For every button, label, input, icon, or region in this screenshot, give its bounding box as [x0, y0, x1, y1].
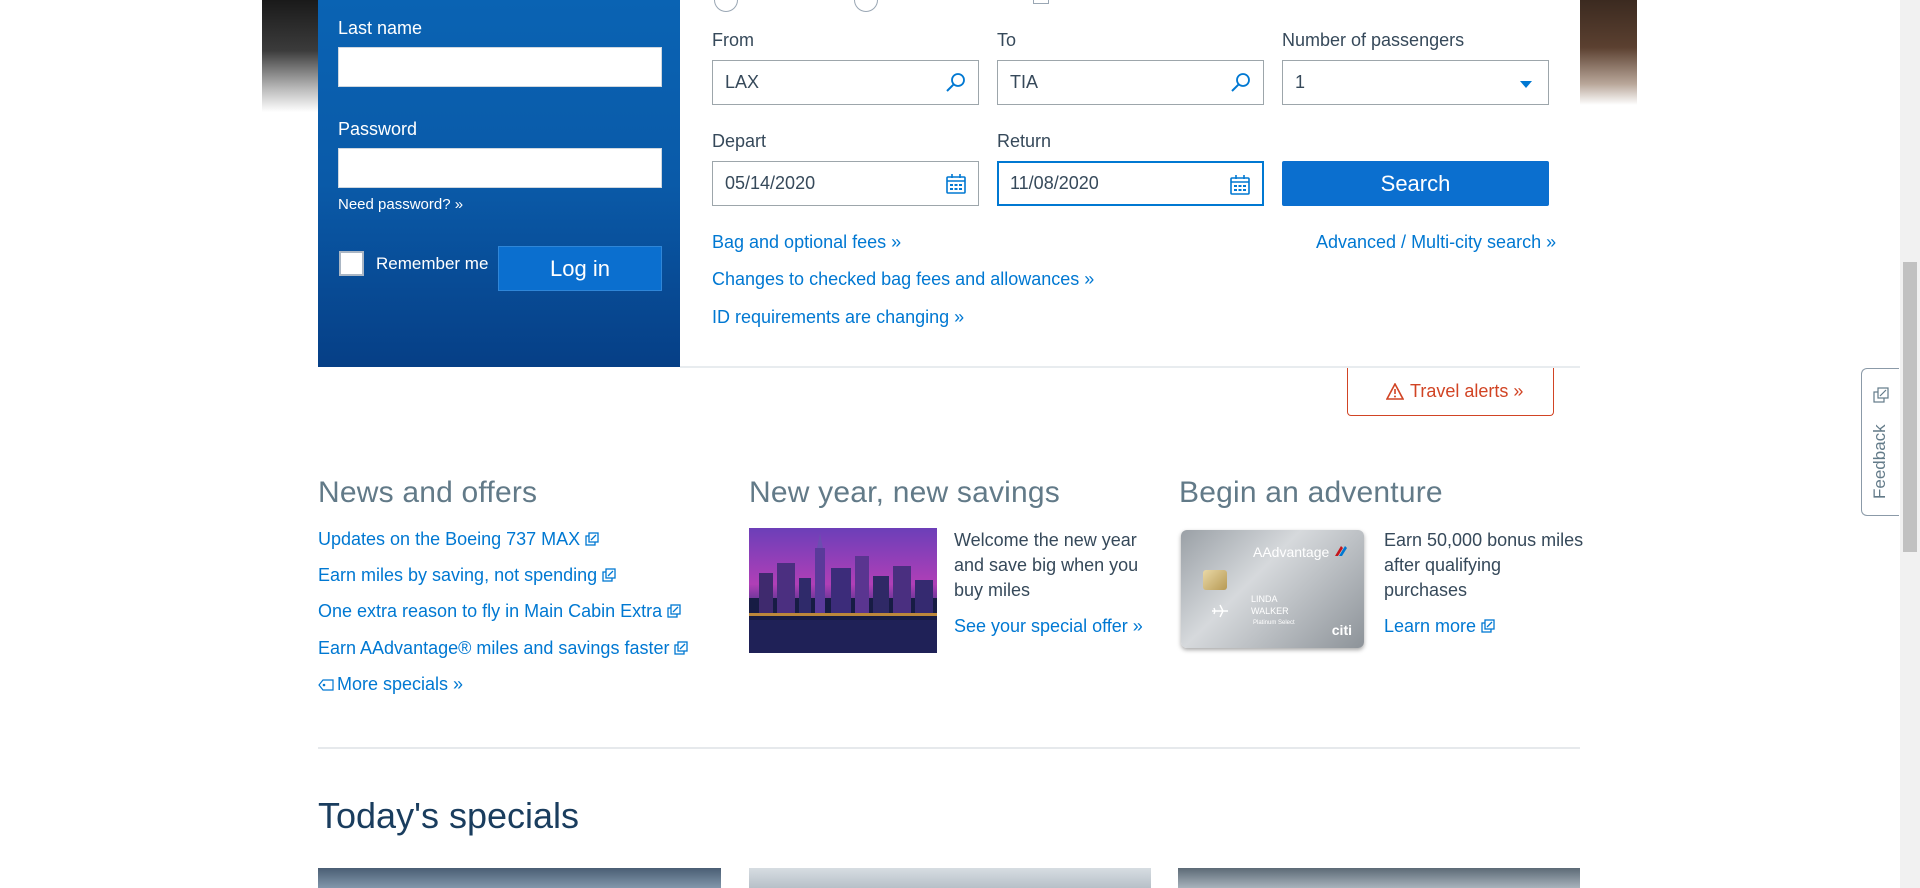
adventure-text: Earn 50,000 bonus miles after qualifying… — [1384, 528, 1583, 603]
tag-icon — [318, 679, 334, 691]
savings-text-line: Welcome the new year — [954, 530, 1137, 550]
card-brand: AAdvantage — [1253, 544, 1330, 560]
remember-me-checkbox[interactable] — [339, 251, 364, 276]
bag-fees-link[interactable]: Bag and optional fees » — [712, 232, 901, 253]
external-link-icon — [674, 641, 689, 655]
password-label: Password — [338, 119, 418, 139]
travel-alerts-label: Travel alerts » — [1410, 381, 1524, 401]
search-icon[interactable] — [1229, 71, 1253, 95]
to-input[interactable]: TIA — [997, 60, 1264, 105]
to-value: TIA — [1010, 72, 1039, 92]
chevron-down-icon — [1520, 81, 1532, 88]
external-link-icon — [585, 532, 599, 546]
from-label: From — [712, 30, 754, 50]
savings-text: Welcome the new year and save big when y… — [954, 528, 1138, 603]
remember-me-label: Remember me — [376, 254, 489, 273]
scrollbar-thumb[interactable] — [1903, 262, 1917, 552]
news-link[interactable]: Updates on the Boeing 737 MAX — [318, 529, 599, 550]
search-icon[interactable] — [944, 71, 968, 95]
search-button[interactable]: Search — [1282, 161, 1549, 206]
passengers-select[interactable]: 1 — [1282, 60, 1549, 105]
passengers-label: Number of passengers — [1282, 30, 1465, 50]
hero-image-right — [1580, 0, 1637, 105]
special-offer-link[interactable]: See your special offer » — [954, 616, 1143, 637]
last-name-input[interactable] — [338, 47, 662, 87]
plane-icon — [1212, 604, 1228, 618]
adventure-text-line: Earn 50,000 bonus miles — [1384, 530, 1584, 550]
advanced-search-link[interactable]: Advanced / Multi-city search » — [1316, 232, 1556, 253]
login-panel: Last name Password Need password? » Reme… — [318, 0, 680, 367]
external-link-icon — [1873, 387, 1889, 403]
learn-more-link[interactable]: Learn more — [1384, 616, 1495, 637]
password-input[interactable] — [338, 148, 662, 188]
passengers-value: 1 — [1295, 72, 1306, 92]
card-tier: Platinum Select — [1253, 620, 1295, 626]
news-link-label: Earn AAdvantage® miles and savings faste… — [318, 638, 670, 658]
card-holder-name: LINDA WALKER — [1251, 594, 1289, 616]
return-date-input[interactable]: 11/08/2020 — [997, 161, 1264, 206]
more-specials-link[interactable]: More specials » — [318, 674, 463, 695]
external-link-icon — [667, 604, 681, 618]
warning-icon — [1386, 383, 1404, 400]
news-link-label: Earn miles by saving, not spending — [318, 565, 598, 585]
savings-title: New year, new savings — [749, 476, 1061, 509]
news-link[interactable]: One extra reason to fly in Main Cabin Ex… — [318, 601, 681, 622]
bag-changes-link[interactable]: Changes to checked bag fees and allowanc… — [712, 269, 1094, 290]
external-link-icon — [1481, 619, 1495, 633]
need-password-link[interactable]: Need password? » — [338, 196, 463, 213]
feedback-tab[interactable]: Feedback — [1861, 368, 1899, 516]
last-name-label: Last name — [338, 18, 423, 38]
login-button[interactable]: Log in — [498, 246, 662, 291]
news-link[interactable]: Earn AAdvantage® miles and savings faste… — [318, 638, 689, 659]
savings-text-line: buy miles — [954, 580, 1031, 600]
savings-text-line: and save big when you — [954, 555, 1139, 575]
airline-logo-icon — [1335, 546, 1347, 556]
hero-image-left — [262, 0, 322, 112]
trip-option-checkbox[interactable] — [1033, 0, 1049, 4]
adventure-text-line: after qualifying — [1384, 555, 1502, 575]
news-link[interactable]: Earn miles by saving, not spending — [318, 565, 616, 586]
special-tile-image[interactable] — [1178, 868, 1580, 888]
depart-label: Depart — [712, 131, 767, 151]
external-link-icon — [602, 568, 616, 582]
news-link-label: Updates on the Boeing 737 MAX — [318, 529, 581, 549]
calendar-icon[interactable] — [944, 172, 968, 196]
id-requirements-link[interactable]: ID requirements are changing » — [712, 307, 964, 328]
adventure-title: Begin an adventure — [1179, 476, 1443, 509]
special-tile-image[interactable] — [749, 868, 1151, 888]
depart-value: 05/14/2020 — [725, 173, 816, 193]
return-label: Return — [997, 131, 1052, 151]
special-tile-image[interactable] — [318, 868, 721, 888]
from-input[interactable]: LAX — [712, 60, 979, 105]
city-skyline-image[interactable] — [749, 528, 937, 653]
depart-date-input[interactable]: 05/14/2020 — [712, 161, 979, 206]
return-value: 11/08/2020 — [1010, 173, 1099, 193]
feedback-label: Feedback — [1870, 424, 1889, 499]
travel-alerts-button[interactable]: Travel alerts » — [1347, 368, 1554, 416]
to-label: To — [997, 30, 1017, 50]
more-specials-label: More specials » — [337, 674, 464, 694]
adventure-text-line: purchases — [1384, 580, 1468, 600]
news-link-label: One extra reason to fly in Main Cabin Ex… — [318, 601, 663, 621]
calendar-icon[interactable] — [1228, 173, 1252, 197]
learn-more-label: Learn more — [1384, 616, 1477, 636]
card-chip — [1203, 570, 1227, 590]
credit-card-image[interactable]: AAdvantage LINDA WALKER Platinum Select c… — [1181, 530, 1364, 648]
card-bank-logo: citi — [1331, 622, 1352, 638]
news-title: News and offers — [318, 476, 538, 509]
from-value: LAX — [725, 72, 760, 92]
todays-specials-title: Today's specials — [318, 795, 579, 836]
section-divider — [318, 747, 1580, 749]
